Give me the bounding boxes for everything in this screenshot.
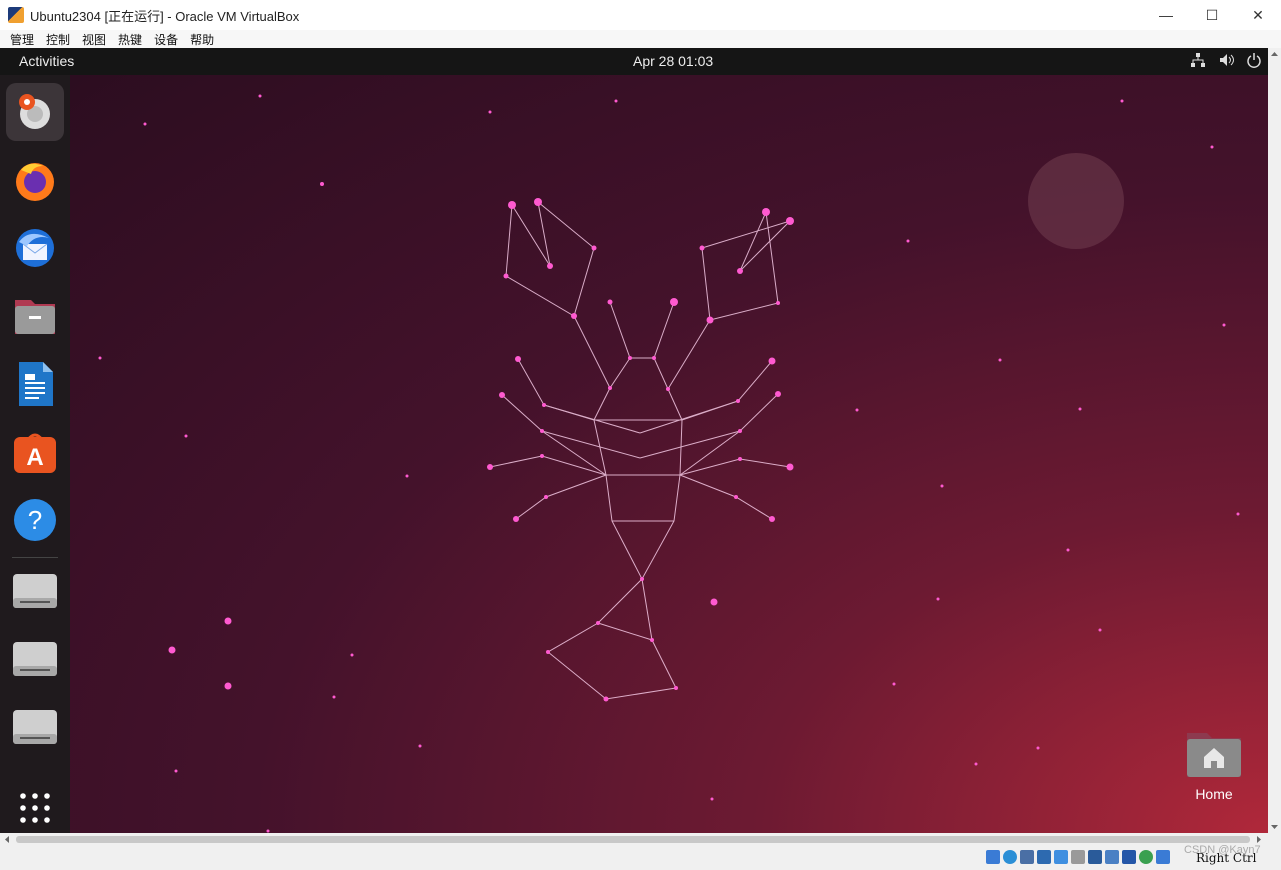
menu-view[interactable]: 视图 (76, 31, 112, 48)
drive-icon[interactable] (6, 699, 64, 757)
window-title: Ubuntu2304 [正在运行] - Oracle VM VirtualBox (30, 8, 300, 24)
firefox-icon[interactable] (6, 151, 64, 209)
home-folder-icon[interactable]: Home (1184, 725, 1244, 802)
window-titlebar: Ubuntu2304 [正在运行] - Oracle VM VirtualBox… (0, 0, 1281, 30)
desktop-wallpaper[interactable]: Home (70, 75, 1268, 833)
svg-text:?: ? (28, 505, 42, 535)
virtualbox-icon (8, 7, 24, 23)
hard-disk-status-icon[interactable] (986, 850, 1000, 864)
app-center-icon[interactable]: A (6, 423, 64, 481)
keyboard-status-icon[interactable] (1156, 850, 1170, 864)
drive-icon[interactable] (6, 631, 64, 689)
gnome-topbar: Activities Apr 28 01:03 (0, 48, 1268, 75)
menu-devices[interactable]: 设备 (148, 31, 184, 48)
show-apps-icon[interactable] (6, 779, 64, 833)
activities-button[interactable]: Activities (19, 53, 74, 69)
dock-separator (12, 557, 58, 558)
installer-icon[interactable] (6, 83, 64, 141)
folder-home-icon (1187, 733, 1241, 777)
system-tray[interactable] (1190, 52, 1262, 68)
network-status-icon[interactable] (1037, 850, 1051, 864)
help-icon[interactable]: ? (6, 491, 64, 549)
svg-text:A: A (26, 444, 43, 471)
menubar: 管理 控制 视图 热键 设备 帮助 (0, 30, 1281, 48)
recording-status-icon[interactable] (1105, 850, 1119, 864)
mouse-integration-status-icon[interactable] (1139, 850, 1153, 864)
menu-hotkey[interactable]: 热键 (112, 31, 148, 48)
home-label: Home (1195, 786, 1233, 802)
dock: A ? (0, 75, 70, 833)
watermark: CSDN @Kayn7 (1184, 844, 1261, 856)
horizontal-scrollbar[interactable] (0, 833, 1281, 846)
minimize-button[interactable]: — (1143, 0, 1189, 30)
power-icon[interactable] (1246, 52, 1262, 68)
menu-control[interactable]: 控制 (40, 31, 76, 48)
vertical-scrollbar[interactable] (1268, 48, 1281, 833)
usb-status-icon[interactable] (1054, 850, 1068, 864)
shared-folder-status-icon[interactable] (1071, 850, 1085, 864)
clock[interactable]: Apr 28 01:03 (633, 53, 713, 69)
guest-display[interactable]: Home Activities Apr 28 01:03 A ? (0, 48, 1268, 833)
vm-statusbar: Right Ctrl (0, 846, 1281, 870)
writer-icon[interactable] (6, 355, 64, 413)
menu-help[interactable]: 帮助 (184, 31, 220, 48)
thunderbird-icon[interactable] (6, 219, 64, 277)
maximize-button[interactable]: ☐ (1189, 0, 1235, 30)
lobster-constellation (98, 94, 1240, 833)
menu-manage[interactable]: 管理 (4, 31, 40, 48)
display-status-icon[interactable] (1088, 850, 1102, 864)
files-icon[interactable] (6, 287, 64, 345)
close-button[interactable]: ✕ (1235, 0, 1281, 30)
virtualization-status-icon[interactable] (1122, 850, 1136, 864)
volume-icon[interactable] (1218, 52, 1234, 68)
network-icon[interactable] (1190, 52, 1206, 68)
audio-status-icon[interactable] (1020, 850, 1034, 864)
drive-icon[interactable] (6, 563, 64, 621)
optical-drive-status-icon[interactable] (1003, 850, 1017, 864)
